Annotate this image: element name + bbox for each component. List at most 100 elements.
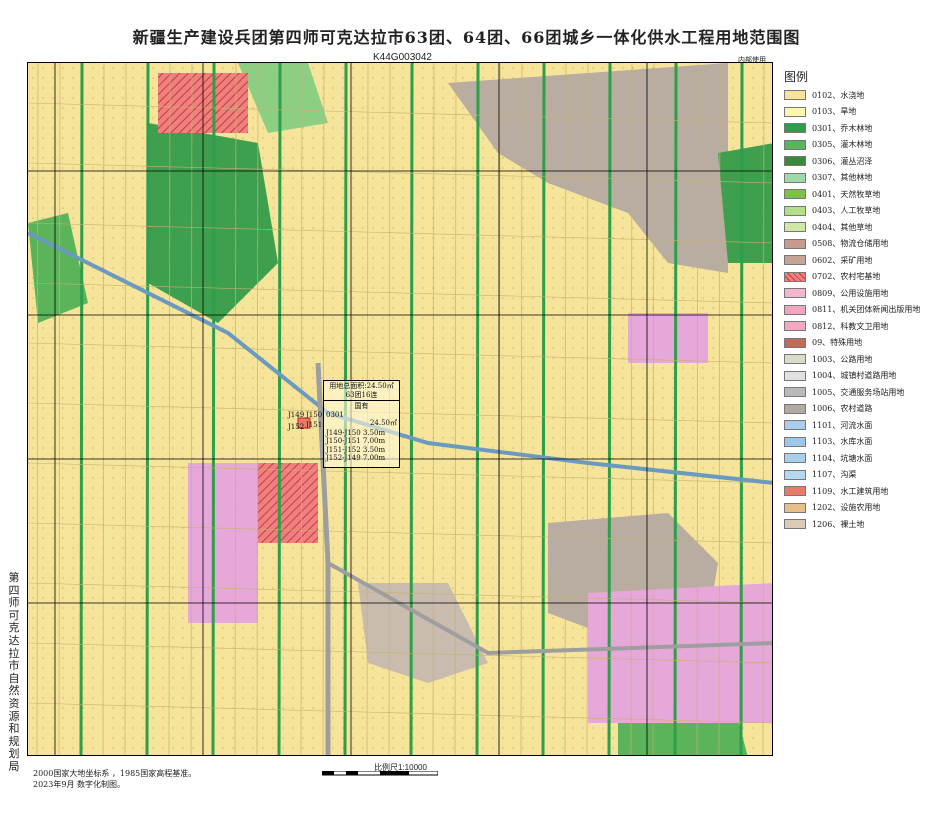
info-unit: 63团16连 [345,390,378,399]
legend-swatch [784,436,806,447]
legend-item: 0103、旱地 [784,105,856,119]
legend-item: 0602、采矿用地 [784,253,872,267]
legend-label: 0508、物流仓储用地 [812,239,889,248]
note-coordinate-system: 2000国家大地坐标系 ，1985国家高程基准。 [33,769,197,778]
legend-item: 1003、公路用地 [784,352,872,366]
legend-label: 1005、交通服务场站用地 [812,387,905,397]
legend-label: 0809、公用设施用地 [812,288,889,298]
info-total-area: 用地总面积:24.50㎡ [329,382,394,390]
legend-label: 1006、农村道路 [812,404,873,413]
legend-label: 0404、其他草地 [812,222,873,232]
legend-label: 0301、乔木林地 [812,123,873,133]
legend-label: 0305、灌木林地 [812,140,873,149]
legend-swatch [784,304,806,315]
legend-swatch [784,222,806,232]
map-frame[interactable] [27,62,773,756]
edge-j152-j149: J152-J149 7.00m [326,454,386,462]
legend-label: 0307、其他林地 [812,173,873,182]
legend-item: 0508、物流仓储用地 [784,237,888,251]
legend-label: 1004、城镇村道路用地 [812,371,897,380]
legend-swatch [784,189,806,199]
legend-label: 0702、农村宅基地 [812,272,881,281]
info-ownership: 国有 [354,402,369,410]
point-label-j149: J149 [288,411,305,419]
edge-j149-j150: J149-J150 3.50m [326,428,386,437]
legend-item: 0403、人工牧草地 [784,204,880,218]
legend-swatch [784,172,806,183]
legend-swatch [784,205,806,216]
info-landcode: 0301 [326,410,344,419]
legend-label: 1104、坑塘水面 [812,453,873,463]
legend-item: 0305、灌木林地 [784,138,872,152]
legend-item: 1206、裸土地 [784,517,864,531]
legend-swatch [784,106,806,117]
legend-swatch [784,453,806,463]
legend-item: 1107、沟渠 [784,468,856,482]
legend-item: 0307、其他林地 [784,171,872,185]
legend-item: 0812、科教文卫用地 [784,319,888,333]
legend-title: 图例 [784,70,809,84]
legend-label: 0102、水浇地 [812,90,865,100]
project-info-box: 用地总面积:24.50㎡ 63团16连 国有 0301 24.50㎡ J149-… [323,380,400,468]
legend-label: 1107、沟渠 [812,470,857,479]
legend-label: 0103、旱地 [812,107,857,116]
legend-item: 1006、农村道路 [784,402,872,416]
legend-item: 0301、乔木林地 [784,121,872,135]
land-use-map[interactable] [28,63,773,756]
legend-item: 1103、水库水面 [784,435,872,449]
legend-swatch [784,156,806,166]
legend-swatch [784,139,806,150]
edge-j151-j152: J151-J152 3.50m [326,445,386,454]
legend-item: 0306、灌丛沼泽 [784,154,872,168]
legend-label: 1103、水库水面 [812,437,873,446]
legend-item: 1104、坑塘水面 [784,451,872,465]
legend-item: 0811、机关团体新闻出版用地 [784,303,920,317]
legend-swatch [784,420,806,430]
legend-swatch [784,370,806,381]
legend-item: 0401、天然牧草地 [784,187,880,201]
legend-label: 0401、天然牧草地 [812,189,881,199]
scale-bar [322,771,438,776]
legend-swatch [784,288,806,298]
legend-swatch [784,403,806,414]
legend-swatch [784,123,806,133]
legend-label: 1003、公路用地 [812,354,873,364]
legend-label: 0811、机关团体新闻出版用地 [812,305,921,314]
map-title: 新疆生产建设兵团第四师可克达拉市63团、64团、66团城乡一体化供水工程用地范围… [132,28,801,47]
legend-swatch [784,90,806,100]
legend-label: 0403、人工牧草地 [812,206,881,215]
point-label-j151: J151 [306,421,323,429]
legend-label: 09、特殊用地 [812,338,863,347]
info-area: 24.50㎡ [369,419,397,427]
legend-swatch [784,321,806,331]
legend-item: 1101、河流水面 [784,418,872,432]
legend-swatch [784,354,806,364]
legend-label: 1101、河流水面 [812,420,873,430]
legend-item: 0809、公用设施用地 [784,286,888,300]
map-notes: 2000国家大地坐标系 ，1985国家高程基准。 2023年9月 数字化制图。 [33,768,196,790]
legend-label: 0812、科教文卫用地 [812,321,889,331]
edge-j150-j151: J150-J151 7.00m [326,437,386,445]
point-label-j150: J150 [306,411,323,419]
legend-label: 1206、裸土地 [812,519,865,529]
legend-item: 0702、农村宅基地 [784,270,880,284]
legend-swatch [784,271,806,282]
note-date: 2023年9月 数字化制图。 [33,780,125,789]
legend-item: 1202、设施农用地 [784,501,880,515]
legend-swatch [784,469,806,480]
legend-swatch [784,337,806,348]
legend-label: 0602、采矿用地 [812,255,873,265]
legend-swatch [784,387,806,397]
legend-item: 09、特殊用地 [784,336,862,350]
legend-swatch [784,255,806,265]
point-label-j152: J152 [288,423,305,431]
legend-swatch [784,486,806,496]
legend-swatch [784,238,806,249]
legend-item: 1109、水工建筑用地 [784,484,888,498]
legend-swatch [784,519,806,529]
publisher-vertical: 第四师可克达拉市自然资源和规划局 [8,571,20,773]
legend-label: 1202、设施农用地 [812,503,881,512]
legend-item: 1004、城镇村道路用地 [784,369,896,383]
legend-label: 0306、灌丛沼泽 [812,156,873,166]
legend-item: 1005、交通服务场站用地 [784,385,904,399]
